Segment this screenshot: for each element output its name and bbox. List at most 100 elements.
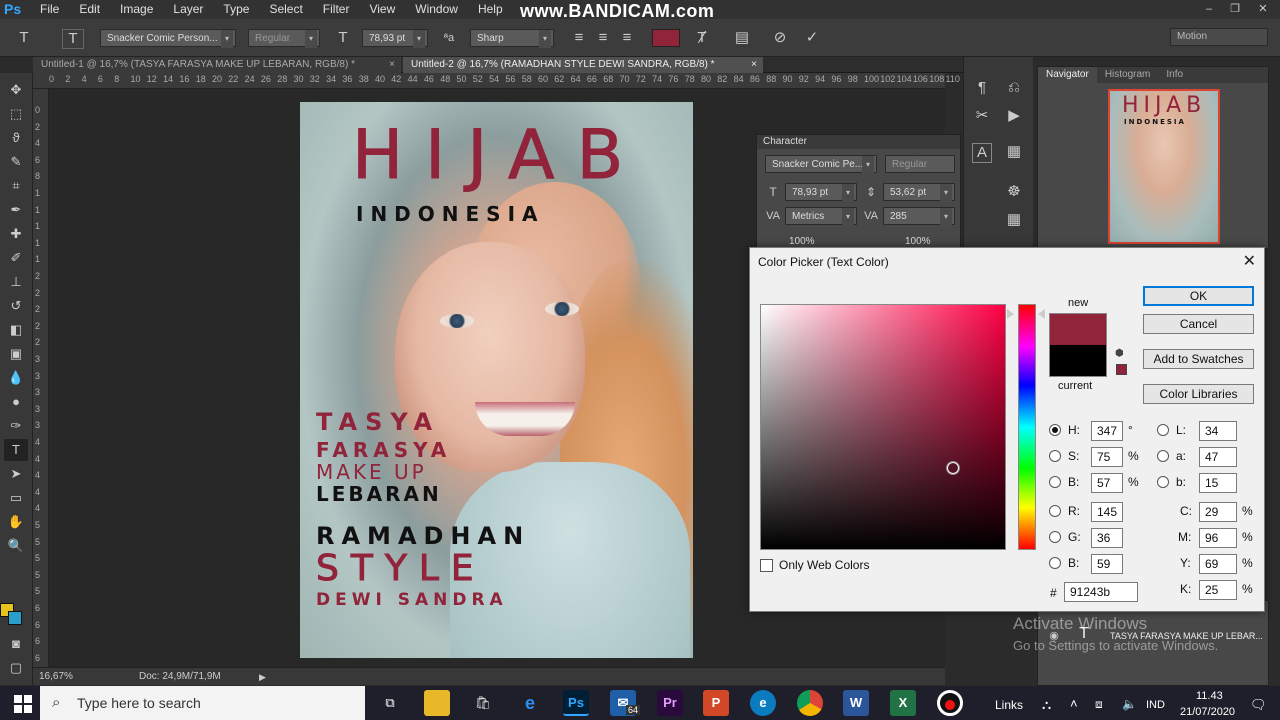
zoom-tool-icon[interactable]: 🔍 [4, 535, 28, 557]
network-icon[interactable]: ⧈ [1095, 697, 1103, 712]
navigator-thumbnail[interactable]: HIJAB INDONESIA [1108, 89, 1220, 244]
black-field[interactable]: 25 [1199, 580, 1237, 600]
hand-tool-icon[interactable]: ✋ [4, 511, 28, 533]
ok-button[interactable]: OK [1143, 286, 1254, 306]
tab-navigator[interactable]: Navigator [1038, 67, 1097, 83]
char-leading-select[interactable]: 53,62 pt ▾ [883, 183, 955, 202]
hue-radio[interactable] [1049, 424, 1061, 436]
path-select-tool-icon[interactable]: ➤ [4, 463, 28, 485]
hue-slider-left-arrow[interactable] [1007, 309, 1014, 319]
font-size-select[interactable]: 78,93 pt ▾ [362, 29, 428, 48]
maximize-button[interactable]: ❐ [1222, 0, 1248, 19]
close-window-button[interactable]: ✕ [1250, 0, 1276, 19]
file-explorer-icon[interactable] [424, 690, 450, 716]
dodge-tool-icon[interactable]: ● [4, 391, 28, 413]
a-radio[interactable] [1157, 450, 1169, 462]
pen-tool-icon[interactable]: ✑ [4, 415, 28, 437]
status-menu-arrow-icon[interactable]: ▶ [259, 668, 266, 686]
menu-help[interactable]: Help [468, 0, 513, 19]
char-font-select[interactable]: Snacker Comic Pe... ▾ [765, 155, 877, 174]
eyedropper-tool-icon[interactable]: ✒ [4, 199, 28, 221]
hue-slider-right-arrow[interactable] [1038, 309, 1045, 319]
b-field[interactable]: 15 [1199, 473, 1237, 493]
hue-slider[interactable] [1018, 304, 1036, 550]
marquee-tool-icon[interactable]: ⬚ [4, 103, 28, 125]
eraser-tool-icon[interactable]: ◧ [4, 319, 28, 341]
only-web-colors-checkbox[interactable] [760, 559, 773, 572]
menu-select[interactable]: Select [259, 0, 312, 19]
web-safe-swatch[interactable] [1116, 364, 1127, 375]
links-toolbar[interactable]: Links [995, 698, 1023, 712]
menu-filter[interactable]: Filter [313, 0, 360, 19]
align-center-icon[interactable]: ≡ [594, 29, 612, 47]
panels-toggle-icon[interactable]: ▤ [732, 29, 752, 47]
blue-radio[interactable] [1049, 557, 1061, 569]
quick-select-tool-icon[interactable]: ✎ [4, 151, 28, 173]
chrome-icon[interactable] [797, 690, 823, 716]
brightness-radio[interactable] [1049, 476, 1061, 488]
menu-file[interactable]: File [30, 0, 69, 19]
crop-tool-icon[interactable]: ⌗ [4, 175, 28, 197]
toggle-orientation-icon[interactable]: T [62, 29, 84, 49]
warp-text-icon[interactable]: Ⱦ [692, 29, 712, 47]
people-icon[interactable]: ⛬ [1042, 697, 1051, 713]
saturation-field[interactable]: 75 [1091, 447, 1123, 467]
edge-legacy-icon[interactable]: e [517, 690, 543, 716]
lasso-tool-icon[interactable]: ϑ [4, 127, 28, 149]
bandicam-icon[interactable] [937, 690, 963, 716]
language-indicator[interactable]: IND [1146, 699, 1165, 711]
clock-time[interactable]: 11.43 [1196, 690, 1223, 702]
hex-field[interactable]: 91243b [1064, 582, 1138, 602]
lightness-radio[interactable] [1157, 424, 1169, 436]
workspace-select[interactable]: Motion [1170, 28, 1268, 46]
hue-field[interactable]: 347 [1091, 421, 1123, 441]
styles-icon[interactable]: ☸ [1004, 183, 1024, 201]
history-icon[interactable]: ⎌ [1004, 79, 1024, 97]
char-size-select[interactable]: 78,93 pt ▾ [785, 183, 857, 202]
type-tool-icon[interactable]: T [4, 439, 28, 461]
char-kerning-select[interactable]: Metrics ▾ [785, 207, 857, 226]
magenta-field[interactable]: 96 [1199, 528, 1237, 548]
align-right-icon[interactable]: ≡ [618, 29, 636, 47]
gradient-tool-icon[interactable]: ▣ [4, 343, 28, 365]
clock-date[interactable]: 21/07/2020 [1180, 706, 1235, 718]
powerpoint-icon[interactable]: P [703, 690, 729, 716]
background-color-swatch[interactable] [8, 611, 22, 625]
align-left-icon[interactable]: ≡ [570, 29, 588, 47]
add-to-swatches-button[interactable]: Add to Swatches [1143, 349, 1254, 369]
system-tray-chevron-icon[interactable]: ˄ [1070, 696, 1078, 711]
poster-canvas[interactable]: HIJAB INDONESIA TASYA FARASYA MAKE UP LE… [300, 102, 693, 658]
saturation-radio[interactable] [1049, 450, 1061, 462]
char-tracking-select[interactable]: 285 ▾ [883, 207, 955, 226]
color-marker[interactable] [947, 462, 959, 474]
brush-tool-icon[interactable]: ✐ [4, 247, 28, 269]
text-color-swatch[interactable] [652, 29, 680, 47]
photoshop-taskbar-icon[interactable]: Ps [563, 690, 589, 716]
red-radio[interactable] [1049, 505, 1061, 517]
character-panel-icon[interactable]: A [972, 143, 992, 163]
tab-info[interactable]: Info [1158, 67, 1191, 83]
tab-untitled-2[interactable]: Untitled-2 @ 16,7% (RAMADHAN STYLE DEWI … [403, 57, 763, 73]
brightness-field[interactable]: 57 [1091, 473, 1123, 493]
cancel-edit-icon[interactable]: ⊘ [770, 29, 790, 47]
excel-icon[interactable]: X [890, 690, 916, 716]
menu-view[interactable]: View [359, 0, 405, 19]
healing-tool-icon[interactable]: ✚ [4, 223, 28, 245]
zoom-level[interactable]: 16,67% [39, 668, 73, 686]
cyan-field[interactable]: 29 [1199, 502, 1237, 522]
premiere-icon[interactable]: Pr [657, 690, 683, 716]
word-icon[interactable]: W [843, 690, 869, 716]
menu-edit[interactable]: Edit [69, 0, 110, 19]
type-tool-icon[interactable]: T [14, 29, 34, 47]
green-radio[interactable] [1049, 531, 1061, 543]
yellow-field[interactable]: 69 [1199, 554, 1237, 574]
quick-mask-icon[interactable]: ◙ [4, 633, 28, 655]
rectangle-tool-icon[interactable]: ▭ [4, 487, 28, 509]
close-tab-icon[interactable]: × [389, 57, 395, 73]
close-tab-icon[interactable]: × [751, 57, 757, 73]
move-tool-icon[interactable]: ✥ [4, 79, 28, 101]
a-field[interactable]: 47 [1199, 447, 1237, 467]
tool-presets-icon[interactable]: ✂ [972, 107, 992, 125]
close-icon[interactable]: ✕ [1243, 251, 1256, 271]
cancel-button[interactable]: Cancel [1143, 314, 1254, 334]
